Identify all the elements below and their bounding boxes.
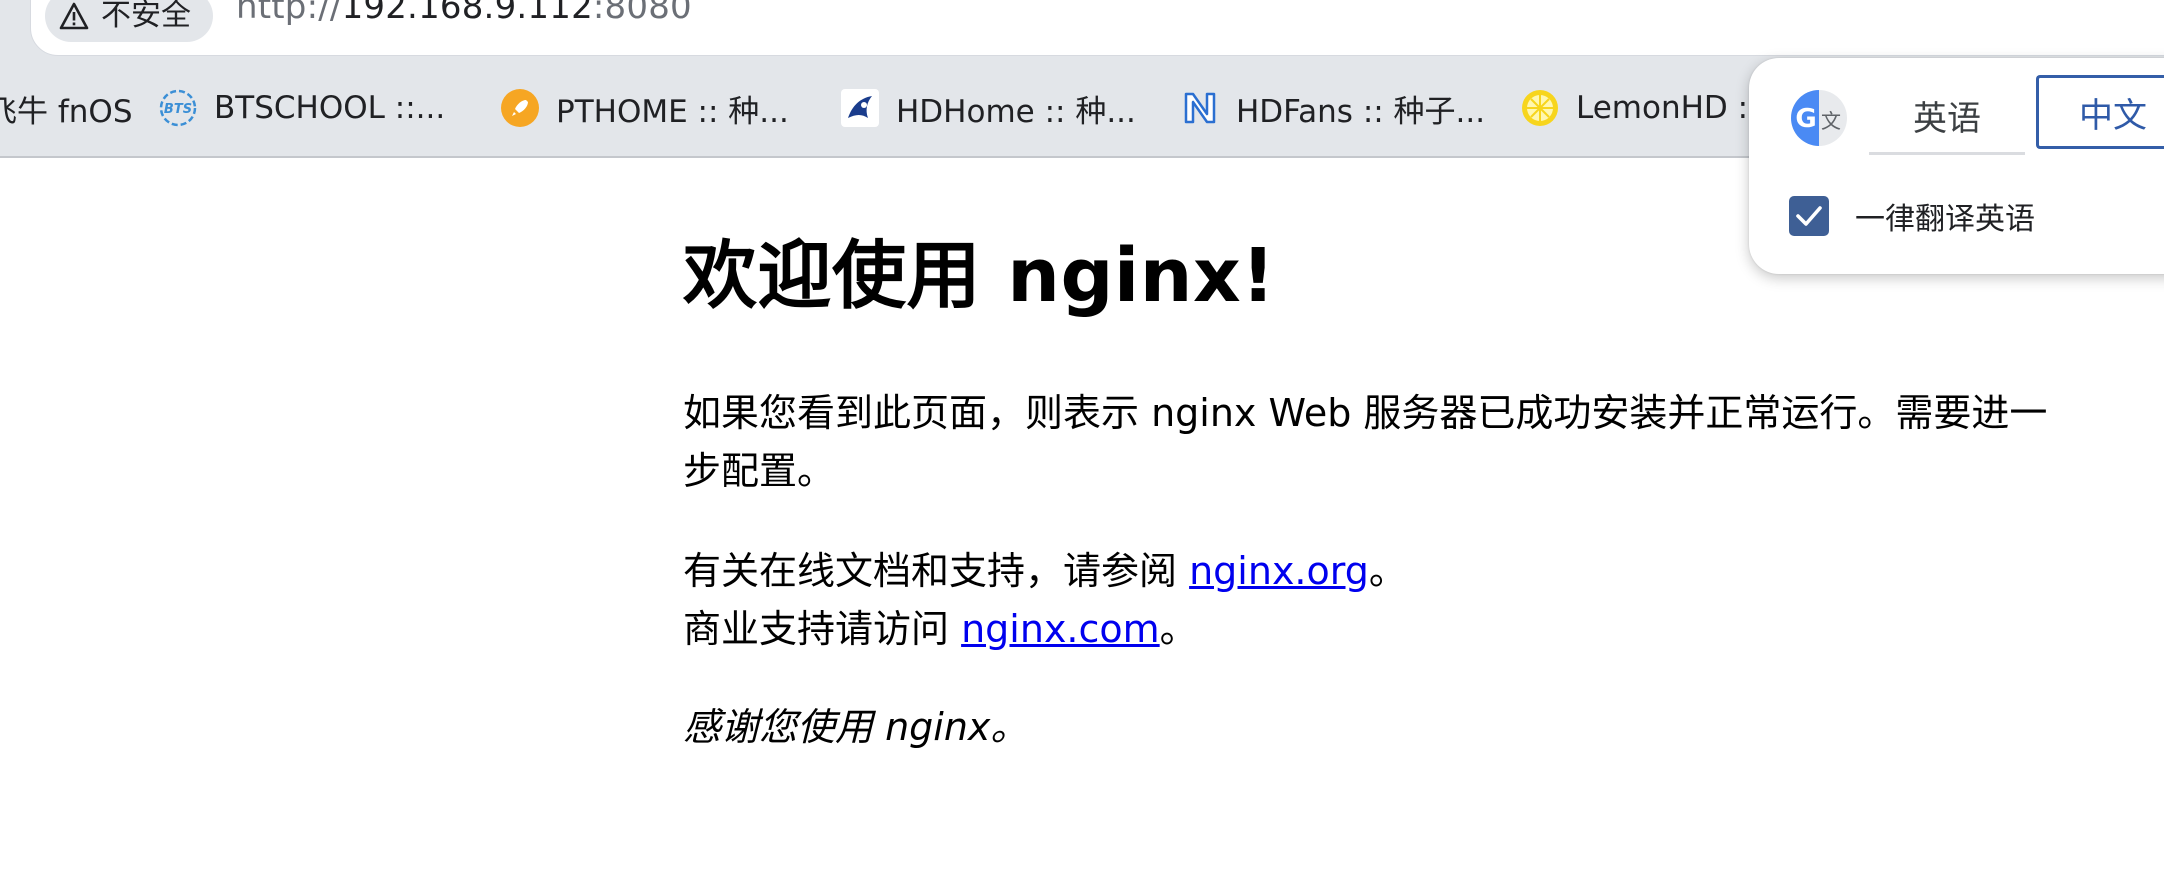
bookmark-label: BTSCHOOL ::...	[214, 90, 446, 126]
bookmark-btschool[interactable]: BTS BTSCHOOL ::...	[158, 78, 445, 138]
checkmark-icon	[1796, 206, 1822, 226]
hdfans-icon	[1180, 88, 1220, 128]
google-translate-icon[interactable]: G 文	[1789, 88, 1849, 148]
security-indicator[interactable]: 不安全	[45, 0, 213, 42]
svg-text:BTS: BTS	[164, 102, 192, 117]
pthome-rocket-icon	[500, 88, 540, 128]
bookmark-label: HDHome :: 种...	[896, 93, 1136, 130]
nginx-org-link[interactable]: nginx.org	[1189, 549, 1369, 593]
bookmark-label: HDFans :: 种子...	[1236, 93, 1486, 130]
url-host: 192.168.9.112	[341, 0, 593, 27]
always-translate-checkbox[interactable]	[1789, 196, 1829, 236]
url-port: :8080	[592, 0, 692, 27]
support-paragraph: 有关在线文档和支持，请参阅 nginx.org。 商业支持请访问 nginx.c…	[683, 542, 2078, 658]
intro-paragraph: 如果您看到此页面，则表示 nginx Web 服务器已成功安装并正常运行。需要进…	[683, 391, 2048, 493]
svg-text:G: G	[1795, 104, 1816, 134]
browser-window: 不安全 http://192.168.9.112:8080 飞牛 fnOS BT…	[0, 0, 2164, 883]
translate-popup: G 文 英语 中文 一律翻译英语	[1749, 58, 2164, 274]
bookmark-hdfans[interactable]: HDFans :: 种子...	[1180, 78, 1485, 138]
warning-triangle-icon	[59, 2, 89, 30]
bookmark-lemonhd[interactable]: LemonHD ::	[1520, 78, 1759, 138]
bookmark-label: 飞牛 fnOS	[0, 93, 133, 130]
hdhome-icon	[840, 88, 880, 128]
always-translate-label: 一律翻译英语	[1855, 202, 2035, 237]
nginx-com-link[interactable]: nginx.com	[961, 607, 1160, 651]
bookmark-label: LemonHD ::	[1576, 90, 1759, 126]
bookmark-pthome[interactable]: PTHOME :: 种...	[500, 78, 789, 138]
tab-target-language[interactable]: 中文	[2036, 75, 2164, 149]
tab-source-language[interactable]: 英语	[1869, 78, 2025, 155]
bookmark-hdhome[interactable]: HDHome :: 种...	[840, 78, 1136, 138]
url-scheme: http://	[236, 0, 342, 27]
always-translate-option[interactable]: 一律翻译英语	[1789, 194, 2035, 238]
svg-text:文: 文	[1821, 109, 1841, 133]
bookmark-fnos[interactable]: 飞牛 fnOS	[0, 78, 133, 138]
lemon-icon	[1520, 88, 1560, 128]
commercial-text: 商业支持请访问	[683, 607, 962, 651]
btschool-icon: BTS	[158, 88, 198, 128]
docs-suffix: 。	[1368, 549, 1407, 593]
docs-text: 有关在线文档和支持，请参阅	[683, 549, 1190, 593]
security-label: 不安全	[101, 0, 191, 33]
thanks-paragraph: 感谢您使用 nginx。	[683, 705, 1029, 749]
bookmark-label: PTHOME :: 种...	[556, 93, 789, 130]
url-text[interactable]: http://192.168.9.112:8080	[236, 0, 692, 32]
commercial-suffix: 。	[1159, 607, 1198, 651]
